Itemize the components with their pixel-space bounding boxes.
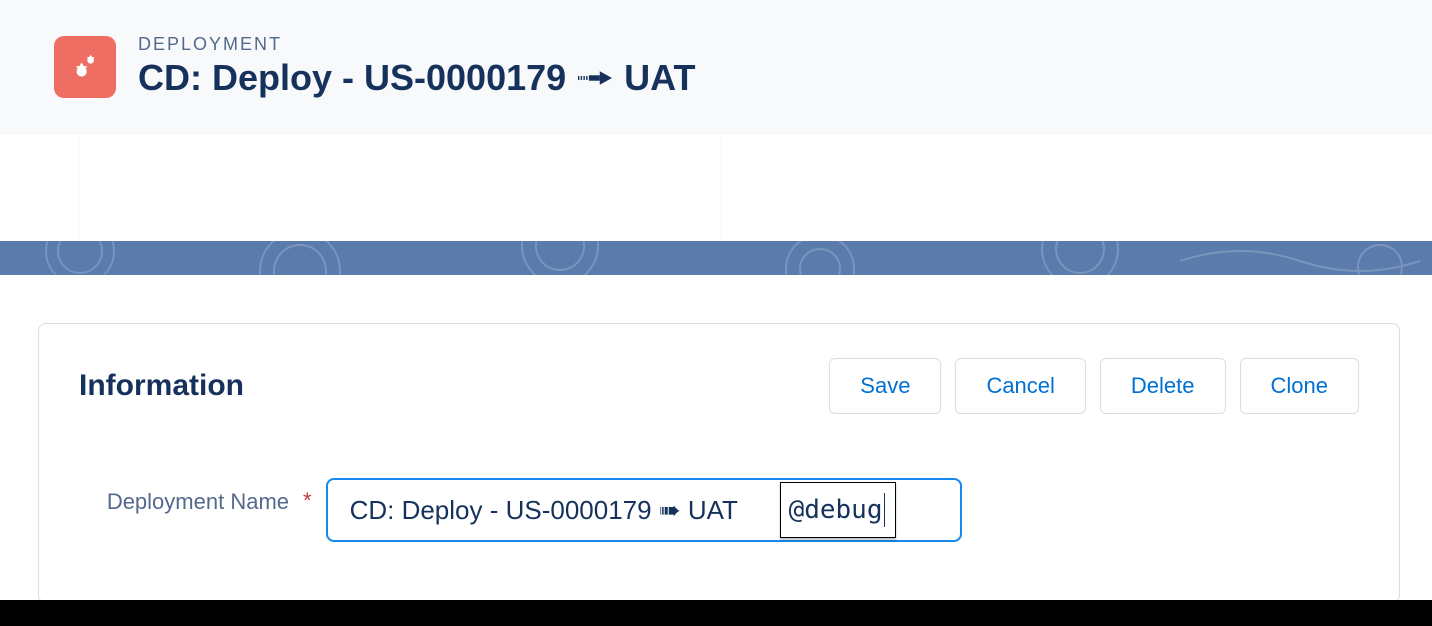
header-text: DEPLOYMENT CD: Deploy - US-0000179 UAT	[138, 34, 695, 99]
section-title: Information	[79, 369, 244, 403]
deployment-icon	[54, 36, 116, 98]
delete-button[interactable]: Delete	[1100, 358, 1226, 414]
page-header: DEPLOYMENT CD: Deploy - US-0000179 UAT	[0, 0, 1432, 135]
required-marker: *	[303, 478, 312, 514]
bottom-bar	[0, 600, 1432, 626]
main-area: Information Save Cancel Delete Clone Dep…	[0, 275, 1432, 603]
inline-suggest-box[interactable]: @debug	[780, 482, 897, 538]
save-button[interactable]: Save	[829, 358, 941, 414]
page-title: CD: Deploy - US-0000179 UAT	[138, 57, 695, 99]
arrow-right-icon	[578, 68, 612, 88]
blank-card	[80, 135, 720, 241]
deployment-name-input-wrap: @debug	[326, 478, 962, 542]
clone-button[interactable]: Clone	[1240, 358, 1359, 414]
page-title-suffix: UAT	[624, 57, 695, 99]
deployment-name-label: Deployment Name	[79, 478, 289, 517]
header-gap	[0, 135, 1432, 241]
action-buttons: Save Cancel Delete Clone	[829, 358, 1359, 414]
record-type-label: DEPLOYMENT	[138, 34, 695, 55]
information-card: Information Save Cancel Delete Clone Dep…	[38, 323, 1400, 603]
card-header-row: Information Save Cancel Delete Clone	[79, 358, 1359, 414]
decorative-strip	[0, 241, 1432, 275]
page-title-prefix: CD: Deploy - US-0000179	[138, 57, 566, 99]
deployment-name-row: Deployment Name * @debug	[79, 478, 1359, 542]
cancel-button[interactable]: Cancel	[955, 358, 1085, 414]
